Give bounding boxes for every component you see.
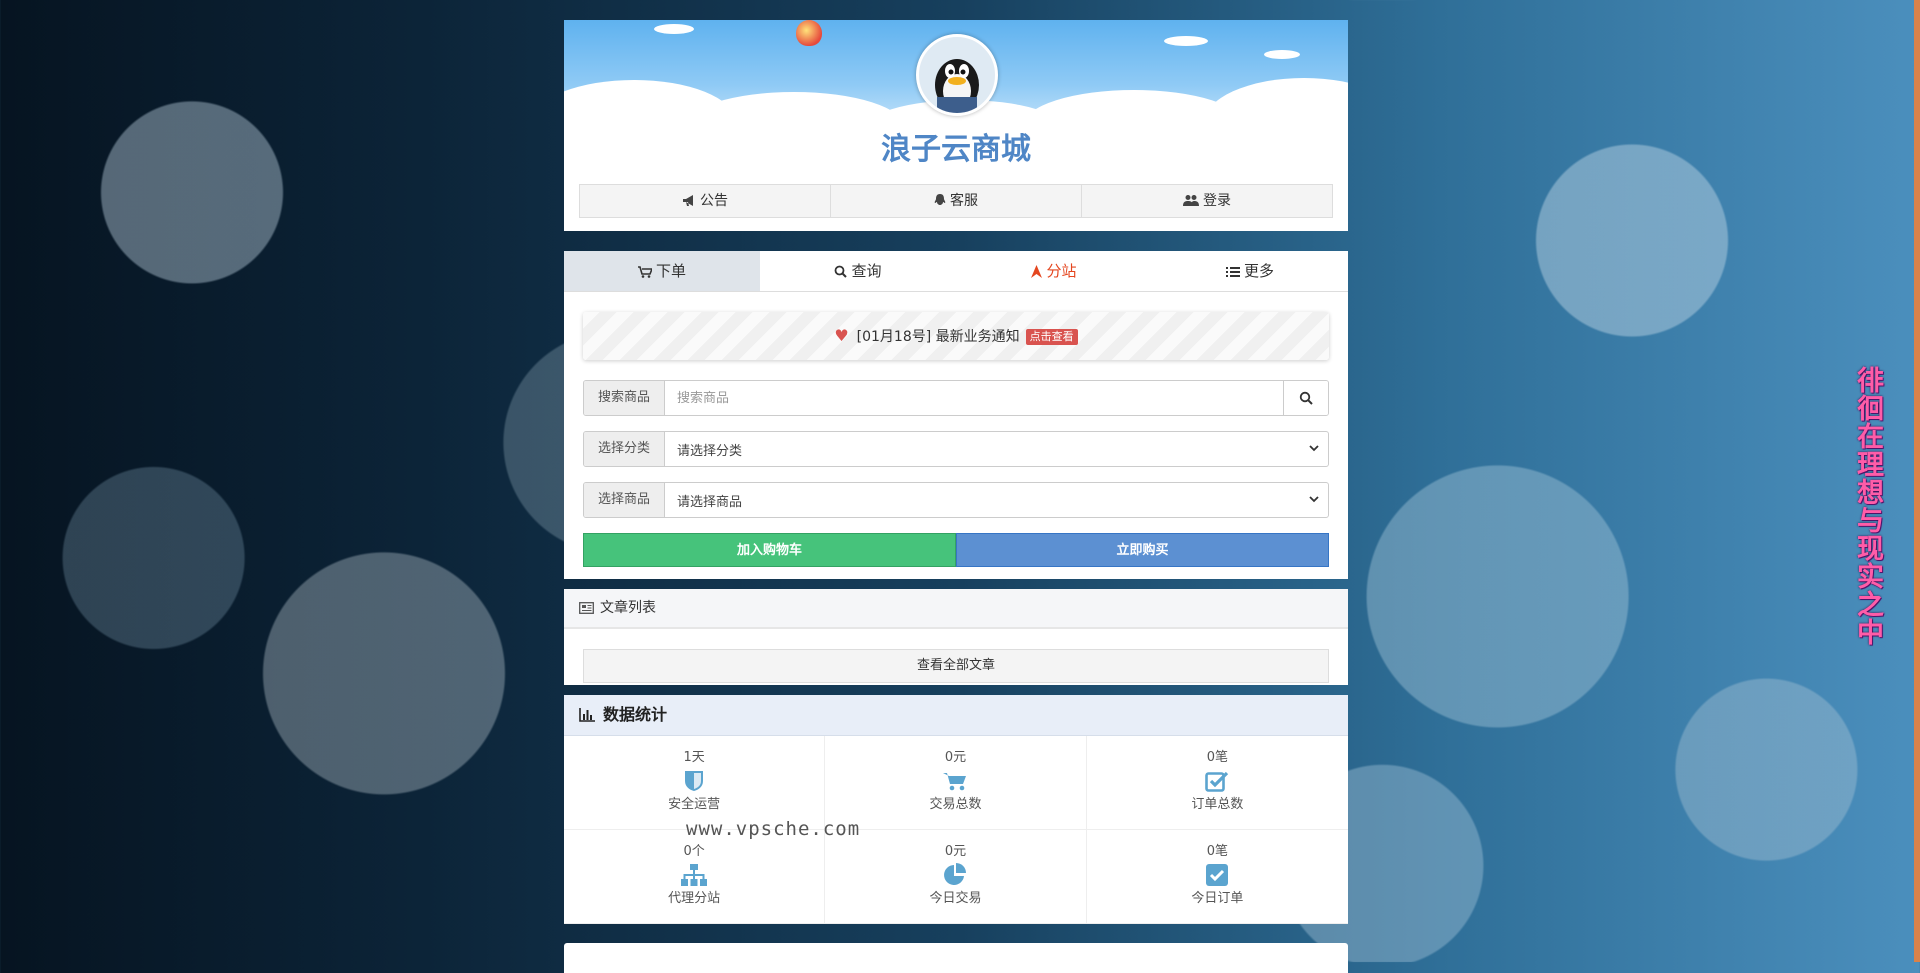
stat-total-trade: 0元 交易总数 <box>825 736 1087 830</box>
list-icon <box>1225 267 1240 277</box>
main-tabs: 下单 查询 分站 更多 <box>564 251 1348 292</box>
product-select[interactable]: 请选择商品 <box>665 483 1328 517</box>
article-header: 文章列表 <box>564 589 1348 629</box>
chevron-down-icon <box>1309 445 1319 452</box>
site-title: 浪子云商城 <box>881 132 1031 167</box>
checkbox-icon <box>1205 771 1229 792</box>
cart-icon <box>943 773 967 791</box>
tab-more[interactable]: 更多 <box>1152 251 1348 291</box>
heart-icon: ♥ <box>834 326 849 345</box>
stat-label: 安全运营 <box>668 797 721 812</box>
order-card: 下单 查询 分站 更多 ♥ [01月18号] 最新业务通知点击查看 搜索商品 选择… <box>564 251 1348 579</box>
balloon-icon <box>796 20 822 46</box>
qq-icon <box>934 194 946 205</box>
view-all-articles-button[interactable]: 查看全部文章 <box>583 649 1329 683</box>
avatar <box>916 34 998 116</box>
shield-icon <box>685 771 704 791</box>
customer-service-button[interactable]: 客服 <box>831 185 1082 217</box>
article-card: 文章列表 查看全部文章 <box>564 589 1348 685</box>
stat-value: 0笔 <box>1206 750 1228 765</box>
tab-order-label: 下单 <box>655 262 686 280</box>
header-card: 浪子云商城 公告 客服 登录 <box>564 20 1348 231</box>
stat-value: 0元 <box>944 750 967 765</box>
chevron-down-icon <box>1309 496 1319 503</box>
next-card <box>564 943 1348 973</box>
pie-chart-icon <box>944 863 967 885</box>
notice-text: [01月18号] 最新业务通知 <box>856 329 1020 345</box>
top-nav: 公告 客服 登录 <box>579 184 1333 218</box>
tab-order[interactable]: 下单 <box>564 251 760 291</box>
stats-grid: 1天 安全运营 0元 交易总数 0笔 订单总数 0个 代理分站 0元 今日交易 … <box>564 736 1348 924</box>
stats-header: 数据统计 <box>564 695 1348 736</box>
check-square-icon <box>1206 864 1229 886</box>
megaphone-icon <box>683 195 693 206</box>
customer-service-label: 客服 <box>950 193 978 209</box>
buy-now-button[interactable]: 立即购买 <box>956 533 1329 567</box>
stat-label: 代理分站 <box>668 891 721 906</box>
product-label: 选择商品 <box>584 483 665 517</box>
side-slogan: 徘徊在理想与现实之中 <box>1852 366 1883 646</box>
tab-query-label: 查询 <box>851 262 882 280</box>
sitemap-icon <box>681 864 708 886</box>
search-button[interactable] <box>1283 381 1328 415</box>
users-icon <box>1183 195 1199 206</box>
search-input[interactable] <box>665 381 1283 415</box>
stat-total-orders: 0笔 订单总数 <box>1086 736 1348 830</box>
stat-label: 今日订单 <box>1191 891 1244 906</box>
bar-chart-icon <box>579 708 595 722</box>
login-label: 登录 <box>1203 193 1231 209</box>
category-label: 选择分类 <box>584 432 665 466</box>
search-icon <box>1299 391 1313 405</box>
location-arrow-icon <box>1031 265 1043 278</box>
order-actions: 加入购物车 立即购买 <box>583 533 1329 567</box>
login-button[interactable]: 登录 <box>1082 185 1332 217</box>
stat-label: 交易总数 <box>929 797 982 812</box>
announcement-button[interactable]: 公告 <box>580 185 831 217</box>
search-label: 搜索商品 <box>584 381 665 415</box>
stat-agent-sites: 0个 代理分站 <box>564 830 826 924</box>
search-icon <box>835 265 848 278</box>
stat-value: 0元 <box>944 844 967 859</box>
stat-uptime: 1天 安全运营 <box>564 736 826 830</box>
cart-icon <box>637 266 654 278</box>
search-group: 搜索商品 <box>583 380 1329 416</box>
header-banner <box>564 20 1348 128</box>
product-group: 选择商品 请选择商品 <box>583 482 1329 518</box>
tab-substation-label: 分站 <box>1046 262 1077 280</box>
add-to-cart-button[interactable]: 加入购物车 <box>583 533 956 567</box>
stat-value: 1天 <box>683 750 705 765</box>
right-edge-bar <box>1914 0 1920 962</box>
stats-card: 数据统计 1天 安全运营 0元 交易总数 0笔 订单总数 0个 代理分站 0元 … <box>564 695 1348 924</box>
category-group: 选择分类 请选择分类 <box>583 431 1329 467</box>
stat-today-orders: 0笔 今日订单 <box>1086 830 1348 924</box>
stat-label: 订单总数 <box>1191 797 1244 812</box>
category-select-value: 请选择分类 <box>677 443 743 459</box>
tab-substation[interactable]: 分站 <box>956 251 1152 291</box>
stat-today-trade: 0元 今日交易 <box>825 830 1087 924</box>
watermark: www.vpsche.com <box>686 818 861 840</box>
stat-label: 今日交易 <box>929 891 982 906</box>
newspaper-icon <box>579 602 594 614</box>
tab-query[interactable]: 查询 <box>760 251 956 291</box>
tab-more-label: 更多 <box>1243 262 1274 280</box>
stat-value: 0笔 <box>1206 844 1228 859</box>
category-select[interactable]: 请选择分类 <box>665 432 1328 466</box>
product-select-value: 请选择商品 <box>677 494 743 510</box>
notice-badge[interactable]: 点击查看 <box>1025 329 1078 345</box>
stats-title: 数据统计 <box>603 705 668 724</box>
announcement-label: 公告 <box>700 193 728 209</box>
article-title: 文章列表 <box>600 600 656 616</box>
notice-banner[interactable]: ♥ [01月18号] 最新业务通知 点击查看 <box>583 312 1329 360</box>
